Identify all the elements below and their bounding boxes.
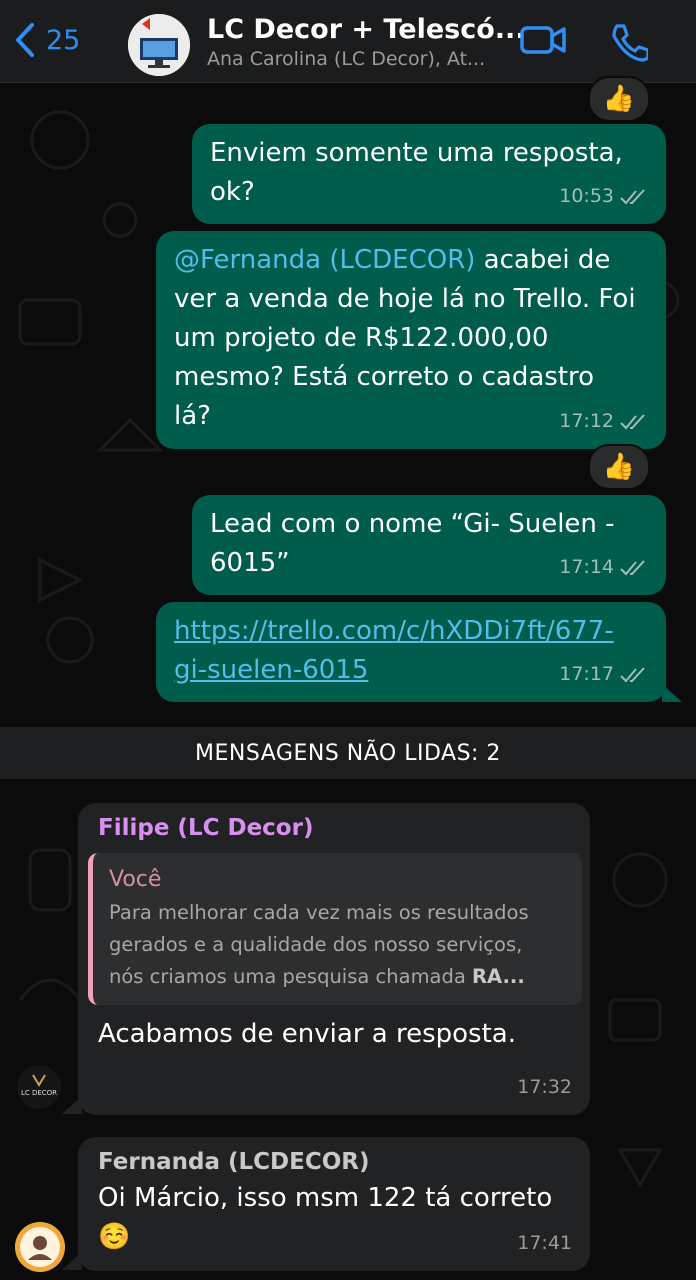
phone-call-icon[interactable] [608, 22, 648, 62]
bubble-tail [62, 1252, 82, 1270]
incoming-message[interactable]: Filipe (LC Decor) Você Para melhorar cad… [78, 803, 590, 1115]
message-text: Oi Márcio, isso msm 122 tá correto ☺️ [98, 1183, 553, 1252]
message-time: 17:12 [559, 402, 648, 441]
double-check-icon [620, 666, 645, 682]
reaction-thumbs-up[interactable]: 👍 [588, 76, 650, 122]
double-check-icon [620, 559, 645, 575]
sender-name[interactable]: Filipe (LC Decor) [88, 813, 582, 843]
back-button[interactable]: 25 [14, 22, 80, 58]
group-avatar[interactable] [128, 14, 190, 76]
outgoing-message[interactable]: @Fernanda (LCDECOR) acabei de ver a vend… [156, 231, 666, 449]
message-text: Acabamos de enviar a resposta. [98, 1019, 516, 1049]
unread-messages-divider: MENSAGENS NÃO LIDAS: 2 [0, 727, 696, 779]
lc-decor-logo [128, 14, 190, 76]
sender-avatar[interactable]: LC DECOR [17, 1065, 61, 1109]
chat-title[interactable]: LC Decor + Telescó... [207, 14, 526, 45]
reaction-thumbs-up[interactable]: 👍 [588, 444, 650, 490]
bubble-tail [662, 684, 682, 702]
unread-label: MENSAGENS NÃO LIDAS: 2 [195, 740, 501, 766]
reaction-emoji: 👍 [602, 452, 636, 482]
mention-link[interactable]: @Fernanda (LCDECOR) [174, 245, 475, 275]
chat-header: 25 LC Decor + Telescó... Ana Carolina (L… [0, 0, 696, 83]
message-time: 17:32 [517, 1076, 572, 1098]
trello-link[interactable]: https://trello.com/c/hXDDi7ft/677- gi-sue… [174, 616, 614, 685]
reaction-emoji: 👍 [602, 84, 636, 114]
double-check-icon [620, 188, 645, 204]
smiling-emoji: ☺️ [98, 1222, 131, 1252]
video-call-icon[interactable] [519, 22, 567, 58]
lc-decor-avatar-icon: LC DECOR [17, 1065, 61, 1109]
quoted-message[interactable]: Você Para melhorar cada vez mais os resu… [88, 853, 582, 1005]
chevron-left-icon [16, 23, 34, 57]
incoming-message[interactable]: Fernanda (LCDECOR) Oi Márcio, isso msm 1… [78, 1137, 590, 1271]
quote-text: Para melhorar cada vez mais os resultado… [109, 901, 529, 988]
message-time: 10:53 [559, 177, 648, 216]
chat-participants[interactable]: Ana Carolina (LC Decor), At... [207, 48, 485, 70]
outgoing-message[interactable]: https://trello.com/c/hXDDi7ft/677- gi-sue… [156, 602, 666, 702]
outgoing-message[interactable]: Enviem somente uma resposta, ok? 10:53 [192, 124, 666, 224]
quote-author: Você [109, 867, 162, 892]
svg-text:LC DECOR: LC DECOR [21, 1089, 57, 1097]
fernanda-avatar-icon [15, 1222, 65, 1272]
message-time: 17:14 [559, 548, 648, 587]
double-check-icon [620, 413, 645, 429]
unread-chats-count: 25 [46, 24, 81, 56]
outgoing-message[interactable]: Lead com o nome “Gi- Suelen -6015” 17:14 [192, 495, 666, 595]
message-time: 17:41 [517, 1232, 572, 1254]
sender-avatar[interactable] [15, 1222, 65, 1272]
sender-name[interactable]: Fernanda (LCDECOR) [98, 1147, 572, 1177]
bubble-tail [62, 1096, 82, 1114]
message-time: 17:17 [559, 655, 648, 694]
